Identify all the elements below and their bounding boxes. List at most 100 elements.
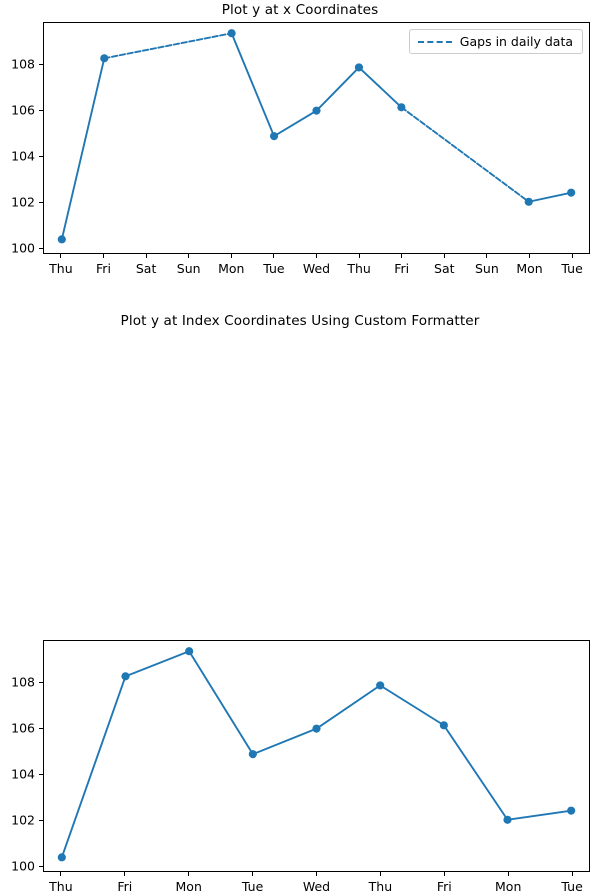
y-tick-mark	[39, 773, 43, 775]
x-tick-label: Tue	[241, 879, 264, 894]
x-tick-mark	[571, 872, 573, 876]
line-segment	[506, 809, 573, 821]
x-tick-label: Thu	[347, 261, 371, 276]
x-tick-label: Tue	[561, 879, 583, 894]
line-segment	[251, 727, 318, 756]
x-tick-mark	[124, 872, 126, 876]
x-tick-mark	[401, 254, 403, 258]
x-tick-mark	[60, 254, 62, 258]
data-point-marker	[121, 672, 130, 681]
y-tick-mark	[39, 201, 43, 203]
subplot-bottom: Plot y at Index Coordinates Using Custom…	[0, 300, 600, 894]
line-segment	[442, 724, 509, 821]
x-tick-mark	[379, 872, 381, 876]
plot-area-bottom	[43, 640, 590, 872]
x-tick-label: Thu	[49, 879, 73, 894]
subplot-top: Plot y at x Coordinates Gaps in daily da…	[0, 0, 600, 300]
y-tick-mark	[39, 247, 43, 249]
x-tick-mark	[273, 254, 275, 258]
chart-title-bottom: Plot y at Index Coordinates Using Custom…	[120, 313, 480, 329]
line-segment	[103, 32, 233, 60]
y-tick-mark	[39, 727, 43, 730]
x-tick-mark	[316, 872, 318, 876]
y-tick-label: 102	[11, 812, 35, 828]
data-point-marker	[248, 750, 257, 759]
x-tick-mark	[230, 254, 232, 258]
x-tick-mark	[443, 872, 445, 876]
line-segment	[400, 106, 530, 203]
x-tick-label: Wed	[302, 261, 331, 276]
y-tick-label: 106	[11, 720, 35, 736]
x-tick-mark	[443, 254, 445, 258]
x-tick-label: Tue	[263, 261, 285, 276]
data-point-marker	[312, 106, 321, 115]
legend-label-gaps: Gaps in daily data	[459, 34, 573, 49]
x-tick-label: Mon	[218, 261, 245, 276]
x-tick-label: Fri	[436, 879, 452, 894]
y-tick-mark	[39, 865, 43, 867]
x-tick-mark	[252, 872, 254, 876]
line-segment	[188, 650, 254, 756]
line-segment	[527, 191, 573, 203]
y-tick-mark	[39, 63, 43, 66]
data-point-marker	[397, 103, 406, 112]
x-tick-label: Wed	[302, 879, 331, 894]
data-point-marker	[567, 806, 576, 815]
x-tick-mark	[507, 872, 509, 876]
y-tick-label: 104	[11, 766, 35, 782]
x-tick-label: Sat	[434, 261, 455, 276]
line-segment	[230, 32, 276, 138]
x-tick-mark	[60, 872, 62, 876]
line-segment	[379, 684, 445, 727]
data-point-marker	[354, 63, 364, 72]
x-tick-label: Fri	[394, 261, 410, 276]
legend-dashed-line-icon	[417, 40, 452, 43]
x-tick-mark	[145, 254, 147, 258]
line-segment	[60, 675, 127, 859]
x-tick-mark	[188, 872, 190, 876]
x-tick-mark	[316, 254, 318, 258]
y-tick-label: 104	[11, 148, 35, 164]
x-tick-label: Tue	[561, 261, 583, 276]
data-point-marker	[185, 647, 194, 656]
x-tick-mark	[486, 254, 488, 258]
x-tick-mark	[358, 254, 360, 258]
x-tick-label: Sun	[475, 261, 499, 276]
line-series-top	[57, 29, 576, 244]
line-segment	[357, 66, 403, 109]
x-tick-label: Thu	[49, 261, 73, 276]
data-point-marker	[376, 681, 385, 690]
x-tick-label: Thu	[368, 879, 393, 894]
y-tick-label: 108	[11, 674, 35, 690]
line-segment	[273, 109, 318, 138]
data-point-marker	[567, 188, 576, 197]
data-point-marker	[312, 724, 321, 733]
y-tick-label: 108	[11, 56, 35, 72]
y-tick-mark	[39, 109, 43, 112]
data-point-marker	[439, 721, 448, 730]
y-tick-label: 100	[11, 240, 35, 256]
data-point-marker	[227, 29, 236, 38]
x-tick-label: Sat	[135, 261, 157, 276]
plot-area-top: Gaps in daily data	[43, 22, 590, 254]
x-tick-label: Sun	[176, 261, 201, 276]
line-segment	[60, 57, 106, 241]
x-tick-label: Fri	[96, 261, 111, 276]
x-tick-label: Fri	[117, 879, 133, 894]
chart-title-top: Plot y at x Coordinates	[221, 2, 379, 18]
x-tick-label: Mon	[175, 879, 202, 894]
data-point-marker	[57, 235, 66, 244]
line-segment	[315, 684, 382, 730]
line-segment	[124, 650, 191, 678]
data-point-marker	[57, 853, 66, 862]
x-tick-mark	[529, 254, 531, 258]
y-tick-label: 102	[11, 194, 35, 210]
y-tick-mark	[39, 681, 43, 684]
data-point-marker	[503, 815, 512, 824]
y-tick-label: 106	[11, 102, 35, 118]
data-point-marker	[269, 132, 279, 141]
x-tick-mark	[102, 254, 105, 258]
legend-top[interactable]: Gaps in daily data	[408, 29, 583, 54]
y-tick-mark	[39, 819, 43, 821]
x-tick-label: Mon	[495, 879, 522, 894]
